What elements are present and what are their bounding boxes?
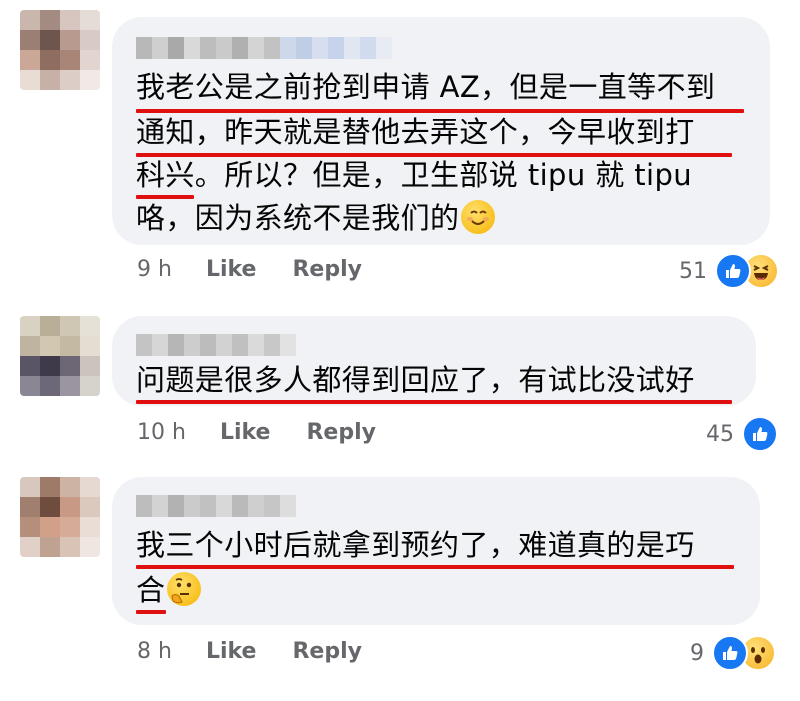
- red-underline: [136, 610, 166, 614]
- thinking-face-icon: [167, 572, 202, 606]
- red-underline: [136, 565, 734, 569]
- author-name-redacted[interactable]: [136, 37, 392, 59]
- comment-text-line: 科兴。所以？但是，卫生部说 tipu 就 tipu: [136, 155, 692, 195]
- like-icon: [715, 253, 751, 289]
- comment-text-segment: 合: [136, 573, 166, 607]
- comment-timestamp[interactable]: 9 h: [137, 257, 172, 282]
- avatar[interactable]: [20, 477, 100, 557]
- reply-button[interactable]: Reply: [292, 257, 362, 282]
- comment-timestamp[interactable]: 8 h: [137, 639, 172, 664]
- avatar[interactable]: [20, 316, 100, 396]
- comment-bubble: 问题是很多人都得到回应了，有试比没试好: [112, 316, 756, 406]
- like-icon: [712, 635, 748, 671]
- reaction-count: 45: [706, 421, 734, 447]
- comment-bubble: 我老公是之前抢到申请 AZ，但是一直等不到 通知，昨天就是替他去弄这个，今早收到…: [112, 17, 770, 245]
- author-name-redacted[interactable]: [136, 334, 296, 356]
- author-name-redacted[interactable]: [136, 495, 296, 517]
- comment-actions: 10 h Like Reply: [137, 420, 412, 445]
- like-icon: [742, 416, 778, 452]
- comment-text-line: 合: [136, 570, 202, 610]
- reply-button[interactable]: Reply: [306, 420, 376, 445]
- reply-button[interactable]: Reply: [292, 639, 362, 664]
- like-button[interactable]: Like: [206, 257, 257, 282]
- like-button[interactable]: Like: [206, 639, 257, 664]
- comment-text-segment: 咯，因为系统不是我们的: [136, 201, 460, 235]
- reaction-count: 9: [690, 640, 704, 666]
- comment-actions: 9 h Like Reply: [137, 257, 398, 282]
- red-underline: [136, 400, 732, 404]
- comment-text-line: 我老公是之前抢到申请 AZ，但是一直等不到: [136, 70, 716, 104]
- smiling-face-icon: [461, 200, 496, 234]
- reaction-summary[interactable]: 51: [679, 253, 779, 289]
- comment-timestamp[interactable]: 10 h: [137, 420, 186, 445]
- comment-text-line: 我三个小时后就拿到预约了，难道真的是巧: [136, 528, 695, 562]
- comment-text-line: 问题是很多人都得到回应了，有试比没试好: [136, 363, 695, 397]
- reaction-summary[interactable]: 9: [690, 635, 776, 671]
- reaction-summary[interactable]: 45: [706, 416, 778, 452]
- comment-actions: 8 h Like Reply: [137, 639, 398, 664]
- comment-bubble: 我三个小时后就拿到预约了，难道真的是巧 合: [112, 477, 760, 625]
- avatar[interactable]: [20, 10, 100, 90]
- reaction-count: 51: [679, 258, 707, 284]
- like-button[interactable]: Like: [220, 420, 271, 445]
- comment-text-segment: 科兴。所以？但是，卫生部说 tipu 就 tipu: [136, 158, 693, 192]
- comment-text-line: 通知，昨天就是替他去弄这个，今早收到打: [136, 115, 695, 149]
- comment-text-line: 咯，因为系统不是我们的: [136, 198, 496, 238]
